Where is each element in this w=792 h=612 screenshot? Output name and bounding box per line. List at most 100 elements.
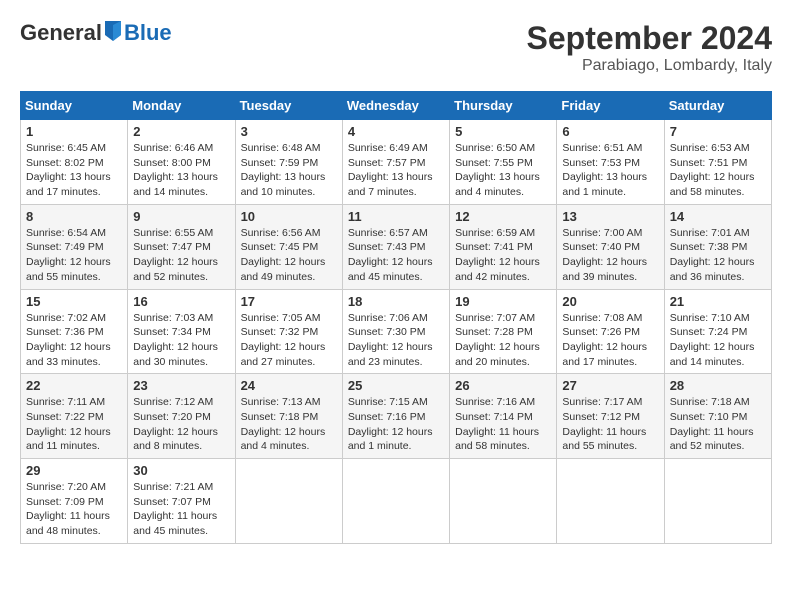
calendar-cell: 14 Sunrise: 7:01 AM Sunset: 7:38 PM Dayl… [664, 204, 771, 289]
calendar-cell [235, 459, 342, 544]
day-number: 16 [133, 294, 229, 309]
day-number: 21 [670, 294, 766, 309]
calendar-cell: 7 Sunrise: 6:53 AM Sunset: 7:51 PM Dayli… [664, 120, 771, 205]
calendar-cell: 21 Sunrise: 7:10 AM Sunset: 7:24 PM Dayl… [664, 289, 771, 374]
day-info: Sunrise: 7:06 AM Sunset: 7:30 PM Dayligh… [348, 311, 444, 370]
calendar-cell: 30 Sunrise: 7:21 AM Sunset: 7:07 PM Dayl… [128, 459, 235, 544]
day-number: 4 [348, 124, 444, 139]
day-number: 7 [670, 124, 766, 139]
calendar-cell: 17 Sunrise: 7:05 AM Sunset: 7:32 PM Dayl… [235, 289, 342, 374]
day-number: 28 [670, 378, 766, 393]
day-number: 11 [348, 209, 444, 224]
location: Parabiago, Lombardy, Italy [527, 57, 772, 75]
calendar-cell [557, 459, 664, 544]
calendar-cell: 11 Sunrise: 6:57 AM Sunset: 7:43 PM Dayl… [342, 204, 449, 289]
day-number: 15 [26, 294, 122, 309]
calendar-cell: 4 Sunrise: 6:49 AM Sunset: 7:57 PM Dayli… [342, 120, 449, 205]
day-number: 14 [670, 209, 766, 224]
day-info: Sunrise: 7:12 AM Sunset: 7:20 PM Dayligh… [133, 395, 229, 454]
col-thursday: Thursday [450, 92, 557, 120]
day-number: 26 [455, 378, 551, 393]
day-info: Sunrise: 7:20 AM Sunset: 7:09 PM Dayligh… [26, 480, 122, 539]
day-number: 20 [562, 294, 658, 309]
calendar-week-row: 1 Sunrise: 6:45 AM Sunset: 8:02 PM Dayli… [21, 120, 772, 205]
day-number: 10 [241, 209, 337, 224]
day-info: Sunrise: 7:03 AM Sunset: 7:34 PM Dayligh… [133, 311, 229, 370]
day-number: 18 [348, 294, 444, 309]
day-info: Sunrise: 6:49 AM Sunset: 7:57 PM Dayligh… [348, 141, 444, 200]
day-info: Sunrise: 6:50 AM Sunset: 7:55 PM Dayligh… [455, 141, 551, 200]
col-tuesday: Tuesday [235, 92, 342, 120]
day-info: Sunrise: 6:54 AM Sunset: 7:49 PM Dayligh… [26, 226, 122, 285]
day-number: 24 [241, 378, 337, 393]
day-info: Sunrise: 6:46 AM Sunset: 8:00 PM Dayligh… [133, 141, 229, 200]
calendar-cell: 15 Sunrise: 7:02 AM Sunset: 7:36 PM Dayl… [21, 289, 128, 374]
day-number: 19 [455, 294, 551, 309]
calendar-cell: 26 Sunrise: 7:16 AM Sunset: 7:14 PM Dayl… [450, 374, 557, 459]
day-number: 29 [26, 463, 122, 478]
col-saturday: Saturday [664, 92, 771, 120]
calendar-cell: 20 Sunrise: 7:08 AM Sunset: 7:26 PM Dayl… [557, 289, 664, 374]
day-number: 6 [562, 124, 658, 139]
calendar-cell: 13 Sunrise: 7:00 AM Sunset: 7:40 PM Dayl… [557, 204, 664, 289]
calendar-cell: 29 Sunrise: 7:20 AM Sunset: 7:09 PM Dayl… [21, 459, 128, 544]
calendar-cell: 23 Sunrise: 7:12 AM Sunset: 7:20 PM Dayl… [128, 374, 235, 459]
day-info: Sunrise: 7:05 AM Sunset: 7:32 PM Dayligh… [241, 311, 337, 370]
day-info: Sunrise: 7:07 AM Sunset: 7:28 PM Dayligh… [455, 311, 551, 370]
col-wednesday: Wednesday [342, 92, 449, 120]
calendar-cell: 18 Sunrise: 7:06 AM Sunset: 7:30 PM Dayl… [342, 289, 449, 374]
logo-blue: Blue [124, 20, 172, 46]
day-number: 5 [455, 124, 551, 139]
calendar-cell: 19 Sunrise: 7:07 AM Sunset: 7:28 PM Dayl… [450, 289, 557, 374]
day-number: 8 [26, 209, 122, 224]
calendar-cell: 22 Sunrise: 7:11 AM Sunset: 7:22 PM Dayl… [21, 374, 128, 459]
calendar-cell: 5 Sunrise: 6:50 AM Sunset: 7:55 PM Dayli… [450, 120, 557, 205]
calendar-cell [342, 459, 449, 544]
title-block: September 2024 Parabiago, Lombardy, Ital… [527, 20, 772, 75]
logo-flag-icon [103, 21, 123, 45]
calendar-cell: 28 Sunrise: 7:18 AM Sunset: 7:10 PM Dayl… [664, 374, 771, 459]
day-number: 22 [26, 378, 122, 393]
day-number: 2 [133, 124, 229, 139]
day-info: Sunrise: 6:57 AM Sunset: 7:43 PM Dayligh… [348, 226, 444, 285]
day-number: 25 [348, 378, 444, 393]
calendar-cell: 8 Sunrise: 6:54 AM Sunset: 7:49 PM Dayli… [21, 204, 128, 289]
calendar-cell: 10 Sunrise: 6:56 AM Sunset: 7:45 PM Dayl… [235, 204, 342, 289]
calendar-cell: 2 Sunrise: 6:46 AM Sunset: 8:00 PM Dayli… [128, 120, 235, 205]
day-info: Sunrise: 7:17 AM Sunset: 7:12 PM Dayligh… [562, 395, 658, 454]
col-friday: Friday [557, 92, 664, 120]
day-info: Sunrise: 6:55 AM Sunset: 7:47 PM Dayligh… [133, 226, 229, 285]
day-number: 13 [562, 209, 658, 224]
day-info: Sunrise: 7:01 AM Sunset: 7:38 PM Dayligh… [670, 226, 766, 285]
header: General Blue September 2024 Parabiago, L… [20, 20, 772, 75]
day-info: Sunrise: 7:08 AM Sunset: 7:26 PM Dayligh… [562, 311, 658, 370]
day-info: Sunrise: 7:11 AM Sunset: 7:22 PM Dayligh… [26, 395, 122, 454]
calendar-week-row: 15 Sunrise: 7:02 AM Sunset: 7:36 PM Dayl… [21, 289, 772, 374]
calendar-cell [450, 459, 557, 544]
calendar-cell: 9 Sunrise: 6:55 AM Sunset: 7:47 PM Dayli… [128, 204, 235, 289]
calendar-cell: 3 Sunrise: 6:48 AM Sunset: 7:59 PM Dayli… [235, 120, 342, 205]
day-number: 1 [26, 124, 122, 139]
calendar-cell: 1 Sunrise: 6:45 AM Sunset: 8:02 PM Dayli… [21, 120, 128, 205]
calendar-cell: 12 Sunrise: 6:59 AM Sunset: 7:41 PM Dayl… [450, 204, 557, 289]
calendar-week-row: 29 Sunrise: 7:20 AM Sunset: 7:09 PM Dayl… [21, 459, 772, 544]
day-number: 9 [133, 209, 229, 224]
col-sunday: Sunday [21, 92, 128, 120]
page-container: General Blue September 2024 Parabiago, L… [20, 20, 772, 544]
logo-general: General [20, 20, 102, 46]
day-number: 17 [241, 294, 337, 309]
day-info: Sunrise: 7:16 AM Sunset: 7:14 PM Dayligh… [455, 395, 551, 454]
calendar-week-row: 22 Sunrise: 7:11 AM Sunset: 7:22 PM Dayl… [21, 374, 772, 459]
day-info: Sunrise: 7:13 AM Sunset: 7:18 PM Dayligh… [241, 395, 337, 454]
logo: General Blue [20, 20, 172, 46]
day-info: Sunrise: 6:59 AM Sunset: 7:41 PM Dayligh… [455, 226, 551, 285]
logo-text: General Blue [20, 20, 172, 46]
calendar-cell: 24 Sunrise: 7:13 AM Sunset: 7:18 PM Dayl… [235, 374, 342, 459]
day-info: Sunrise: 7:00 AM Sunset: 7:40 PM Dayligh… [562, 226, 658, 285]
day-info: Sunrise: 7:21 AM Sunset: 7:07 PM Dayligh… [133, 480, 229, 539]
calendar-header-row: Sunday Monday Tuesday Wednesday Thursday… [21, 92, 772, 120]
calendar-cell: 6 Sunrise: 6:51 AM Sunset: 7:53 PM Dayli… [557, 120, 664, 205]
day-info: Sunrise: 6:45 AM Sunset: 8:02 PM Dayligh… [26, 141, 122, 200]
calendar-table: Sunday Monday Tuesday Wednesday Thursday… [20, 91, 772, 544]
day-info: Sunrise: 6:48 AM Sunset: 7:59 PM Dayligh… [241, 141, 337, 200]
